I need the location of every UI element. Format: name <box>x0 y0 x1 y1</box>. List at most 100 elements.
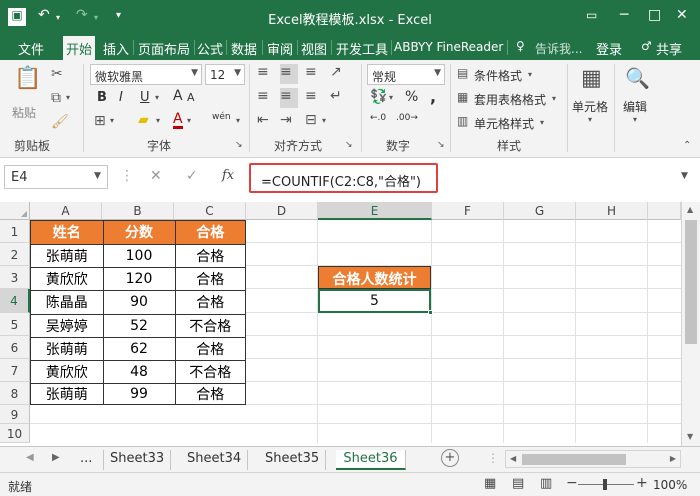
percent-button[interactable]: % <box>405 89 418 105</box>
cell-score[interactable]: 62 <box>103 337 176 361</box>
row-header-1[interactable]: 1 <box>0 220 30 243</box>
column-header-c[interactable]: C <box>174 202 246 220</box>
cell-pass[interactable]: 合格 <box>175 267 245 291</box>
align-bottom-icon[interactable]: ≡ <box>305 64 317 80</box>
cell-name[interactable]: 张萌萌 <box>31 383 104 405</box>
share-button[interactable]: 共享 <box>656 39 682 58</box>
fill-color-dropdown-icon[interactable]: ▾ <box>156 116 160 125</box>
cell-name[interactable]: 黄欣欣 <box>31 360 104 384</box>
scroll-sheets-left-icon[interactable]: ◀ <box>26 452 34 463</box>
currency-dropdown-icon[interactable]: ▾ <box>389 93 393 102</box>
column-header-f[interactable]: F <box>432 202 504 220</box>
tab-review[interactable]: 审阅 <box>267 39 293 58</box>
more-sheets[interactable]: ... <box>74 450 98 470</box>
format-painter-icon[interactable]: 🖌 <box>51 114 69 130</box>
underline-button[interactable]: U <box>140 90 150 105</box>
column-header-next[interactable] <box>648 202 681 220</box>
comma-button[interactable]: , <box>430 87 436 106</box>
cell-name[interactable]: 吴婷婷 <box>31 314 104 338</box>
phonetic-guide-button[interactable]: wén <box>212 112 231 122</box>
minimize-icon[interactable]: ─ <box>620 7 628 23</box>
font-color-icon[interactable]: A <box>173 112 183 129</box>
row-header-3[interactable]: 3 <box>0 266 30 289</box>
scroll-right-icon[interactable]: ▶ <box>670 454 676 463</box>
cell-score[interactable]: 48 <box>103 360 176 384</box>
tab-home[interactable]: 开始 <box>63 36 96 60</box>
orientation-icon[interactable]: ↗ <box>330 64 342 80</box>
font-name-dropdown[interactable]: 微软雅黑 ▼ <box>90 64 202 85</box>
font-color-dropdown-icon[interactable]: ▾ <box>187 116 191 125</box>
cancel-icon[interactable]: ✕ <box>150 168 162 184</box>
paste-icon[interactable]: 📋 <box>14 66 41 91</box>
scroll-down-icon[interactable]: ▼ <box>687 432 693 441</box>
align-middle-icon[interactable]: ≡ <box>280 64 298 84</box>
align-top-icon[interactable]: ≡ <box>257 64 269 80</box>
number-format-dropdown[interactable]: 常规 ▼ <box>367 64 445 85</box>
row-header-4[interactable]: 4 <box>0 289 30 313</box>
cell-styles-button[interactable]: 单元格样式 <box>474 115 534 132</box>
phonetic-dropdown-icon[interactable]: ▾ <box>236 116 240 125</box>
scroll-sheets-right-icon[interactable]: ▶ <box>52 452 60 463</box>
cell-name[interactable]: 陈晶晶 <box>31 290 104 315</box>
fill-handle[interactable] <box>428 310 433 315</box>
sheet-tab-36[interactable]: Sheet36 <box>336 450 406 470</box>
close-icon[interactable]: ✕ <box>676 7 688 23</box>
share-icon[interactable]: ♂ <box>641 39 652 53</box>
cell-pass[interactable]: 合格 <box>175 290 245 315</box>
maximize-icon[interactable]: □ <box>648 7 661 23</box>
collapse-ribbon-icon[interactable]: ⌃ <box>683 140 691 151</box>
copy-icon[interactable]: ⧉ <box>51 90 61 106</box>
insert-function-icon[interactable]: fx <box>222 168 234 183</box>
header-pass[interactable]: 合格 <box>175 221 245 245</box>
row-header-5[interactable]: 5 <box>0 313 30 336</box>
horizontal-scrollbar[interactable]: ◀ ▶ <box>505 450 681 468</box>
bold-button[interactable]: B <box>97 90 107 105</box>
cell-score[interactable]: 120 <box>103 267 176 291</box>
sheet-tab-34[interactable]: Sheet34 <box>181 450 249 470</box>
enter-icon[interactable]: ✓ <box>186 168 198 184</box>
header-score[interactable]: 分数 <box>103 221 176 245</box>
normal-view-icon[interactable]: ▦ <box>484 476 496 491</box>
cell-pass[interactable]: 合格 <box>175 337 245 361</box>
sheet-tab-35[interactable]: Sheet35 <box>259 450 327 470</box>
header-name[interactable]: 姓名 <box>31 221 104 245</box>
cell-pass[interactable]: 不合格 <box>175 314 245 338</box>
zoom-out-button[interactable]: − <box>566 475 578 491</box>
increase-indent-icon[interactable]: ⇥ <box>280 112 292 128</box>
alignment-dialog-launcher-icon[interactable]: ↘ <box>345 140 353 150</box>
cut-icon[interactable]: ✂ <box>51 66 63 82</box>
scroll-up-icon[interactable]: ▲ <box>687 205 693 214</box>
column-header-b[interactable]: B <box>102 202 174 220</box>
summary-value-cell[interactable]: 5 <box>318 289 431 313</box>
cell-pass[interactable]: 合格 <box>175 383 245 405</box>
border-dropdown-icon[interactable]: ▾ <box>110 116 114 125</box>
formula-input[interactable]: =COUNTIF(C2:C8,"合格") <box>249 163 438 193</box>
format-as-table-button[interactable]: 套用表格格式 <box>474 91 546 108</box>
paste-button[interactable]: 粘贴 <box>12 104 36 121</box>
name-box[interactable]: E4 <box>4 165 108 189</box>
cell-name[interactable]: 张萌萌 <box>31 244 104 268</box>
horizontal-scroll-thumb[interactable] <box>522 454 626 465</box>
sign-in-link[interactable]: 登录 <box>596 39 622 58</box>
tab-formulas[interactable]: 公式 <box>197 39 223 58</box>
copy-dropdown-icon[interactable]: ▾ <box>66 93 70 102</box>
tab-data[interactable]: 数据 <box>231 39 257 58</box>
select-all-button[interactable]: ◢ <box>0 202 30 220</box>
tab-view[interactable]: 视图 <box>301 39 327 58</box>
tab-page-layout[interactable]: 页面布局 <box>138 39 190 58</box>
grow-font-button[interactable]: A <box>173 88 183 104</box>
cell-score[interactable]: 100 <box>103 244 176 268</box>
row-header-2[interactable]: 2 <box>0 243 30 266</box>
cell-score[interactable]: 99 <box>103 383 176 405</box>
zoom-level[interactable]: 100% <box>653 478 687 492</box>
cells-icon[interactable]: ▦ <box>581 66 602 91</box>
editing-button[interactable]: 编辑 <box>623 98 647 115</box>
currency-icon[interactable]: 💱 <box>370 89 387 105</box>
row-header-9[interactable]: 9 <box>0 405 30 424</box>
row-header-8[interactable]: 8 <box>0 382 30 405</box>
conditional-formatting-icon[interactable]: ▤ <box>457 66 468 80</box>
tab-developer[interactable]: 开发工具 <box>336 39 388 58</box>
find-icon[interactable]: 🔍 <box>625 66 650 90</box>
scroll-left-icon[interactable]: ◀ <box>510 454 516 463</box>
conditional-formatting-button[interactable]: 条件格式 <box>474 67 522 84</box>
